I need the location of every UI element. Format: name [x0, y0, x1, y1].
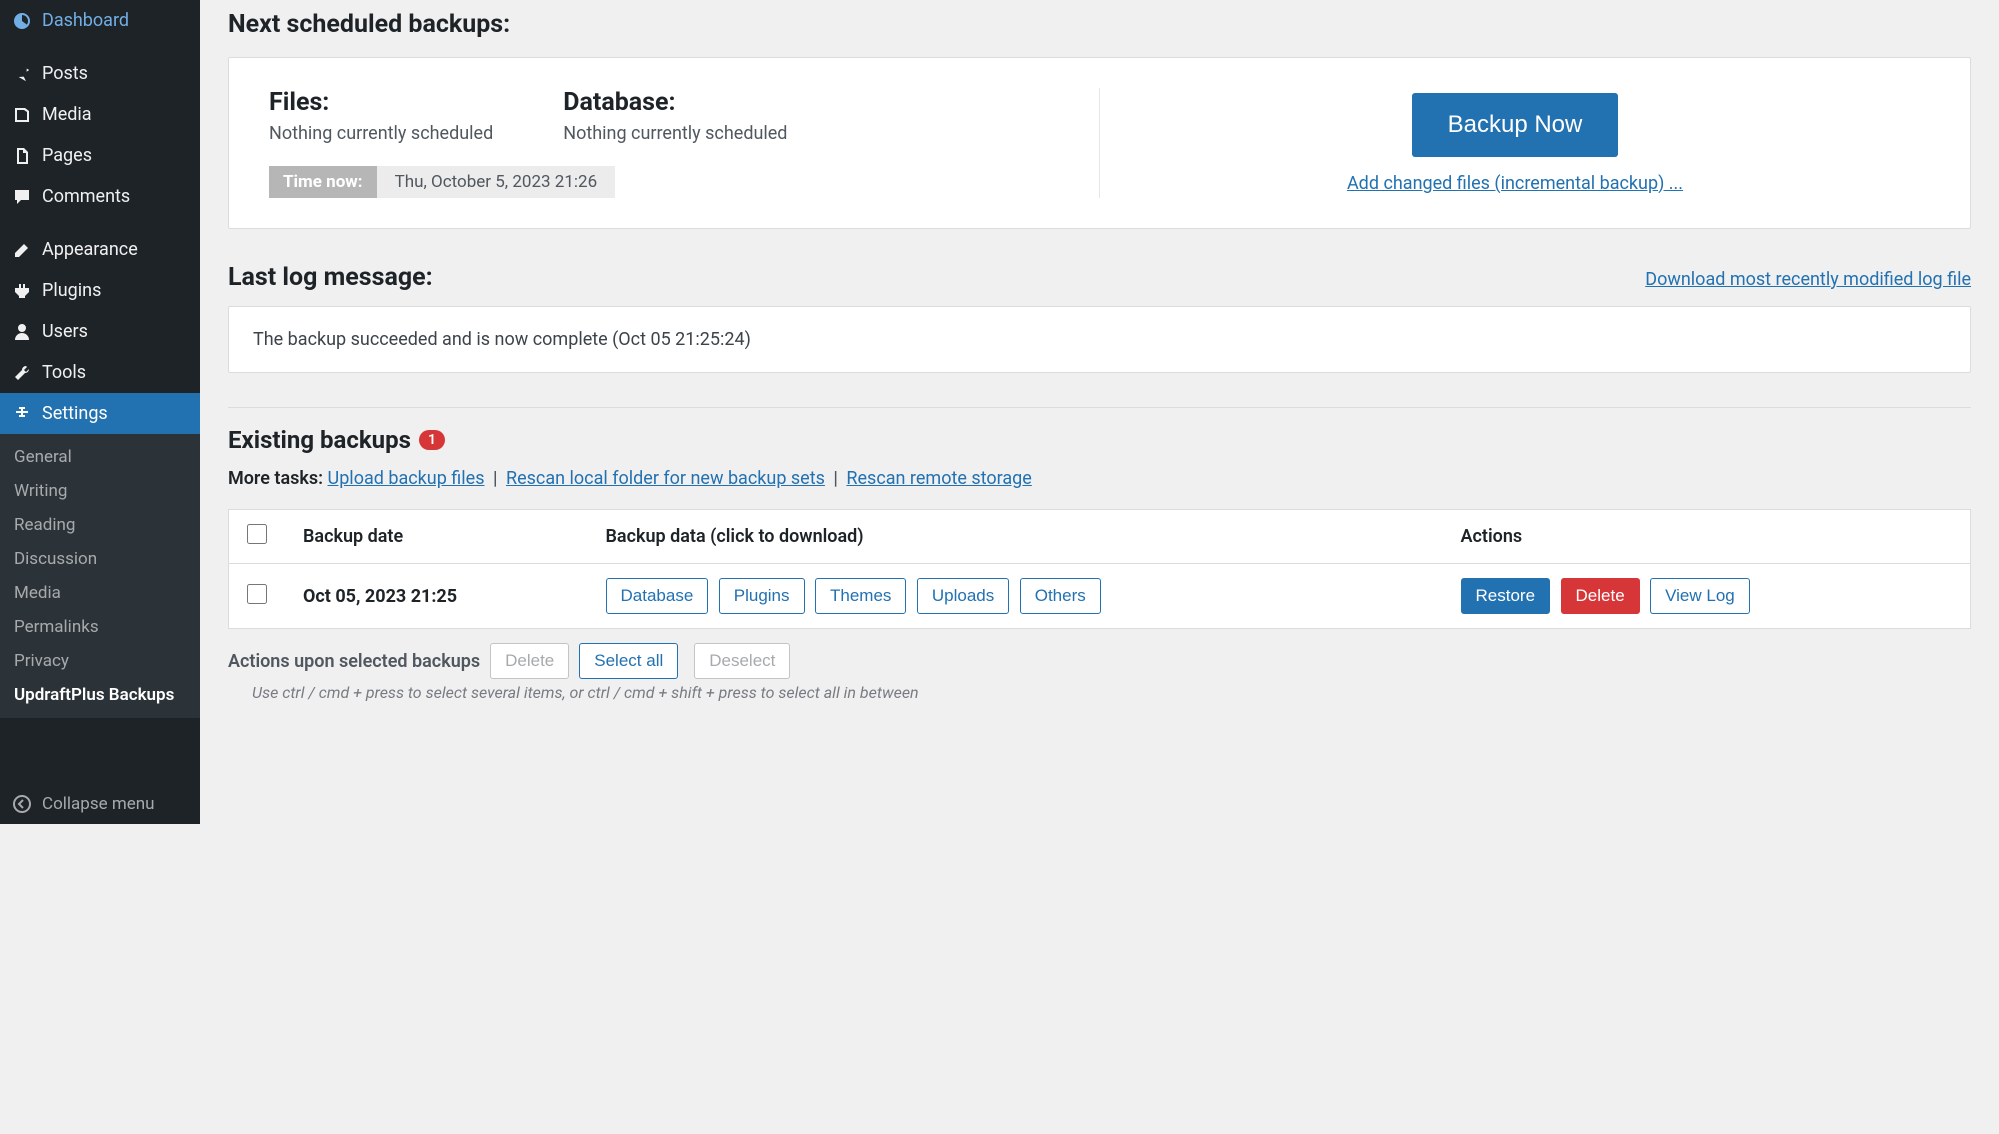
sidebar-item-appearance[interactable]: Appearance	[0, 229, 200, 270]
existing-backups-label: Existing backups	[228, 426, 411, 454]
schedule-left: Files: Nothing currently scheduled Datab…	[269, 88, 1100, 198]
upload-backup-link[interactable]: Upload backup files	[328, 468, 485, 489]
main-content: Next scheduled backups: Files: Nothing c…	[200, 0, 1999, 824]
sidebar-item-posts[interactable]: Posts	[0, 53, 200, 94]
sidebar-item-label: Tools	[42, 362, 86, 383]
database-value: Nothing currently scheduled	[563, 123, 787, 144]
sidebar-item-tools[interactable]: Tools	[0, 352, 200, 393]
download-log-link[interactable]: Download most recently modified log file	[1645, 269, 1971, 290]
sidebar-item-plugins[interactable]: Plugins	[0, 270, 200, 311]
submenu-media[interactable]: Media	[0, 576, 200, 610]
select-all-header	[229, 510, 286, 564]
column-actions: Actions	[1443, 510, 1971, 564]
sidebar-item-label: Plugins	[42, 280, 101, 301]
media-icon	[12, 105, 32, 125]
sidebar-item-label: Appearance	[42, 239, 138, 260]
backup-date-cell: Oct 05, 2023 21:25	[285, 564, 588, 629]
download-others-button[interactable]: Others	[1020, 578, 1101, 614]
time-now-label: Time now:	[269, 166, 377, 198]
row-checkbox[interactable]	[247, 584, 267, 604]
rescan-remote-link[interactable]: Rescan remote storage	[846, 468, 1031, 489]
selection-hint: Use ctrl / cmd + press to select several…	[252, 683, 1971, 702]
schedule-right: Backup Now Add changed files (incrementa…	[1100, 88, 1930, 198]
pushpin-icon	[12, 64, 32, 84]
collapse-label: Collapse menu	[42, 794, 155, 814]
existing-backups-heading: Existing backups 1	[228, 426, 1971, 454]
sidebar-item-users[interactable]: Users	[0, 311, 200, 352]
database-label: Database:	[563, 88, 787, 117]
delete-button[interactable]: Delete	[1561, 578, 1640, 614]
backup-count-badge: 1	[419, 430, 445, 450]
sidebar-item-label: Media	[42, 104, 92, 125]
sidebar-item-dashboard[interactable]: Dashboard	[0, 0, 200, 41]
dashboard-icon	[12, 11, 32, 31]
download-database-button[interactable]: Database	[606, 578, 709, 614]
files-value: Nothing currently scheduled	[269, 123, 493, 144]
schedule-card: Files: Nothing currently scheduled Datab…	[228, 57, 1971, 229]
submenu-privacy[interactable]: Privacy	[0, 644, 200, 678]
users-icon	[12, 322, 32, 342]
comments-icon	[12, 187, 32, 207]
appearance-icon	[12, 240, 32, 260]
actions-cell: Restore Delete View Log	[1443, 564, 1971, 629]
backup-data-cell: Database Plugins Themes Uploads Others	[588, 564, 1443, 629]
files-schedule: Files: Nothing currently scheduled	[269, 88, 493, 144]
database-schedule: Database: Nothing currently scheduled	[563, 88, 787, 144]
sidebar-item-settings[interactable]: Settings	[0, 393, 200, 434]
backup-now-button[interactable]: Backup Now	[1412, 93, 1619, 157]
sidebar-item-label: Settings	[42, 403, 108, 424]
sidebar-item-label: Pages	[42, 145, 92, 166]
submenu-reading[interactable]: Reading	[0, 508, 200, 542]
submenu-general[interactable]: General	[0, 440, 200, 474]
table-row: Oct 05, 2023 21:25 Database Plugins Them…	[229, 564, 1971, 629]
submenu-permalinks[interactable]: Permalinks	[0, 610, 200, 644]
sidebar-item-label: Comments	[42, 186, 130, 207]
download-themes-button[interactable]: Themes	[815, 578, 906, 614]
sidebar-item-comments[interactable]: Comments	[0, 176, 200, 217]
sidebar-item-pages[interactable]: Pages	[0, 135, 200, 176]
plugins-icon	[12, 281, 32, 301]
submenu-writing[interactable]: Writing	[0, 474, 200, 508]
selected-actions-label: Actions upon selected backups	[228, 651, 480, 672]
settings-submenu: General Writing Reading Discussion Media…	[0, 434, 200, 718]
sidebar-item-label: Posts	[42, 63, 88, 84]
next-scheduled-heading: Next scheduled backups:	[228, 10, 1971, 39]
collapse-menu[interactable]: Collapse menu	[0, 784, 200, 824]
selected-actions-row: Actions upon selected backups Delete Sel…	[228, 643, 1971, 679]
submenu-updraftplus[interactable]: UpdraftPlus Backups	[0, 678, 200, 712]
pages-icon	[12, 146, 32, 166]
rescan-local-link[interactable]: Rescan local folder for new backup sets	[506, 468, 825, 489]
collapse-icon	[12, 794, 32, 814]
files-label: Files:	[269, 88, 493, 117]
download-uploads-button[interactable]: Uploads	[917, 578, 1009, 614]
more-tasks: More tasks: Upload backup files | Rescan…	[228, 468, 1971, 489]
view-log-button[interactable]: View Log	[1650, 578, 1750, 614]
tools-icon	[12, 363, 32, 383]
time-now-value: Thu, October 5, 2023 21:26	[377, 166, 616, 198]
time-now: Time now: Thu, October 5, 2023 21:26	[269, 166, 615, 198]
settings-icon	[12, 404, 32, 424]
admin-sidebar: Dashboard Posts Media Pages Comments App…	[0, 0, 200, 824]
incremental-backup-link[interactable]: Add changed files (incremental backup) .…	[1347, 173, 1683, 194]
select-all-checkbox[interactable]	[247, 524, 267, 544]
sidebar-item-label: Users	[42, 321, 88, 342]
restore-button[interactable]: Restore	[1461, 578, 1551, 614]
sidebar-item-media[interactable]: Media	[0, 94, 200, 135]
last-log-heading: Last log message:	[228, 263, 433, 292]
more-tasks-label: More tasks:	[228, 468, 323, 489]
sidebar-item-label: Dashboard	[42, 10, 129, 31]
select-all-button[interactable]: Select all	[579, 643, 678, 679]
backups-table: Backup date Backup data (click to downlo…	[228, 509, 1971, 629]
download-plugins-button[interactable]: Plugins	[719, 578, 805, 614]
log-message: The backup succeeded and is now complete…	[228, 306, 1971, 373]
divider	[228, 407, 1971, 408]
column-backup-data: Backup data (click to download)	[588, 510, 1443, 564]
column-backup-date: Backup date	[285, 510, 588, 564]
deselect-button[interactable]: Deselect	[694, 643, 790, 679]
bulk-delete-button[interactable]: Delete	[490, 643, 569, 679]
submenu-discussion[interactable]: Discussion	[0, 542, 200, 576]
